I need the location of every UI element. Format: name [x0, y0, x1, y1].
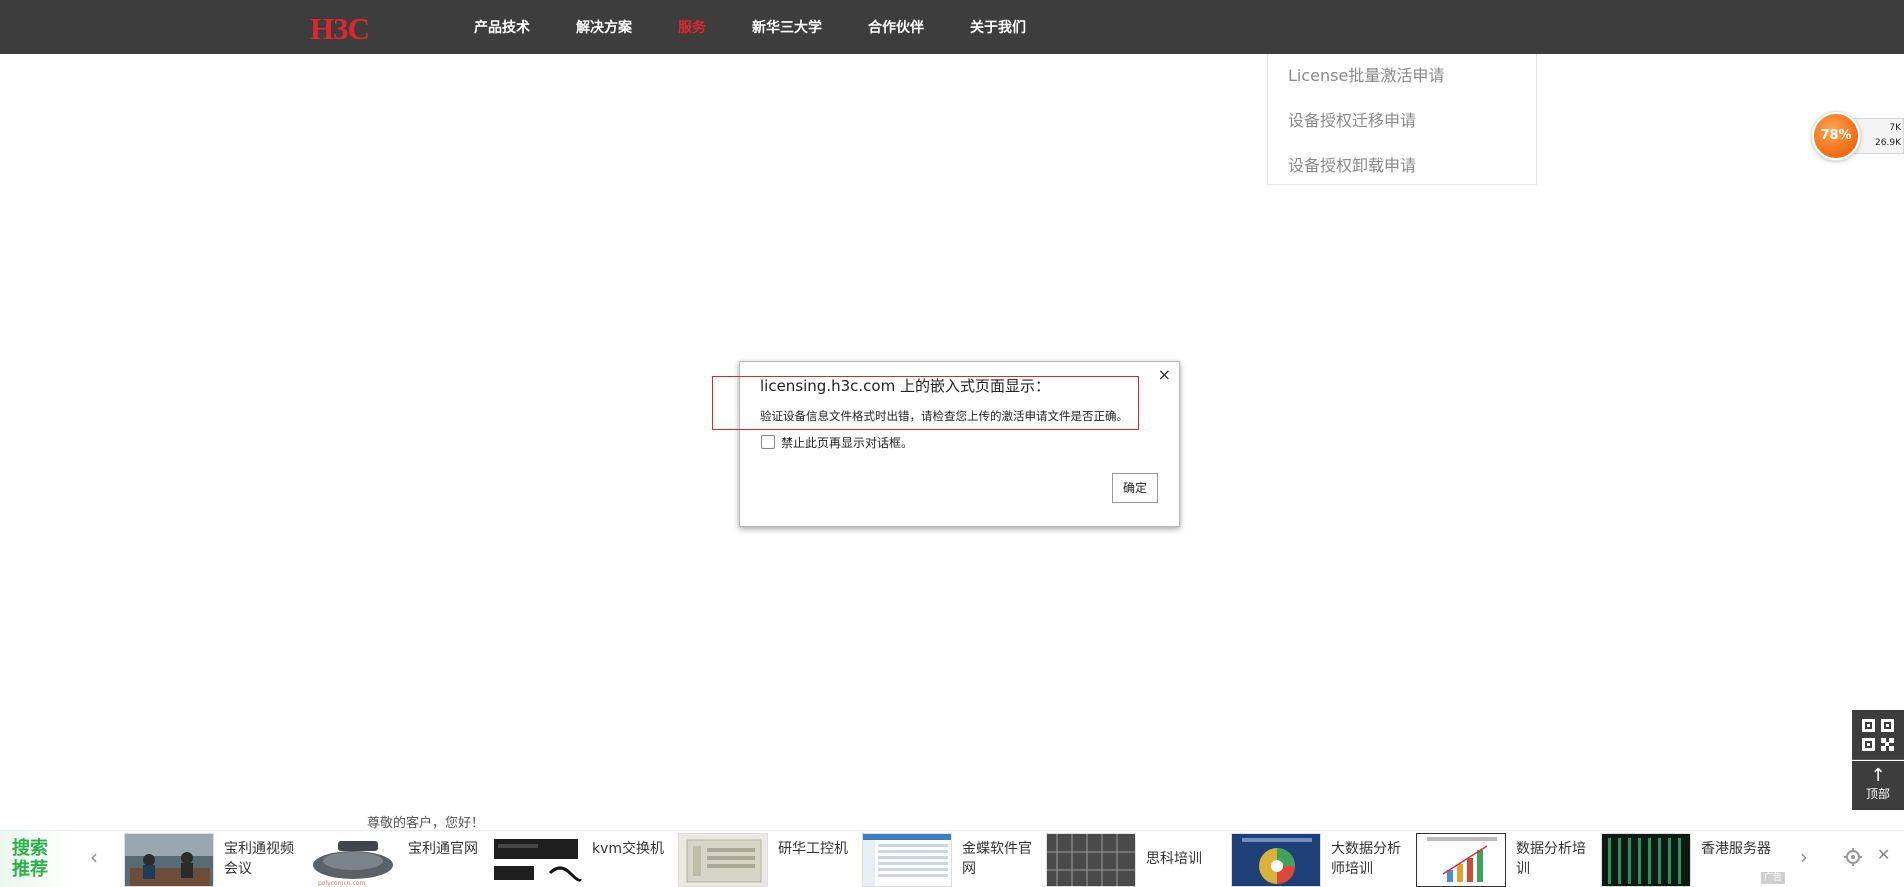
- menu-item-license-uninstall[interactable]: 设备授权卸载申请: [1288, 152, 1416, 176]
- service-dropdown-menu: License批量激活申请 设备授权迁移申请 设备授权卸载申请: [1267, 54, 1537, 185]
- qr-code-button[interactable]: [1852, 710, 1904, 760]
- back-to-top-label: 顶部: [1865, 787, 1890, 801]
- ad-thumbnail: [124, 833, 214, 887]
- ad-thumbnail: [1601, 833, 1691, 887]
- nav-item-about[interactable]: 关于我们: [970, 17, 1026, 37]
- ad-thumbnail: [678, 833, 768, 887]
- ad-thumbnail: [492, 833, 582, 887]
- ad-item[interactable]: kvm交换机: [492, 833, 672, 887]
- ad-item[interactable]: 大数据分析师培训: [1231, 833, 1411, 887]
- ad-thumbnail: [1046, 833, 1136, 887]
- nav-item-products[interactable]: 产品技术: [474, 17, 530, 37]
- ad-item[interactable]: 数据分析培训: [1416, 833, 1596, 887]
- ad-label: 研华工控机: [778, 841, 848, 857]
- ad-label: 数据分析培训: [1516, 841, 1586, 877]
- search-recommend-tag: 搜索推荐: [0, 831, 70, 887]
- chevron-left-icon[interactable]: ‹: [90, 845, 98, 869]
- suppress-dialogs-checkbox[interactable]: [761, 435, 775, 449]
- ad-label: kvm交换机: [592, 841, 665, 857]
- customer-greeting: 尊敬的客户，您好！: [367, 816, 485, 831]
- annotation-highlight-box: [712, 376, 1139, 430]
- ad-thumbnail: [1416, 833, 1506, 887]
- gear-icon[interactable]: [1843, 847, 1863, 867]
- close-icon[interactable]: ×: [1158, 365, 1171, 384]
- ad-item[interactable]: 研华工控机: [678, 833, 858, 887]
- nav-item-university[interactable]: 新华三大学: [752, 17, 822, 37]
- ok-button[interactable]: 确定: [1112, 473, 1158, 503]
- nav-item-solutions[interactable]: 解决方案: [576, 17, 632, 37]
- network-speed-widget[interactable]: ↑ 7K ↓ 26.9K 78%: [1812, 112, 1904, 160]
- suppress-dialogs-label[interactable]: 禁止此页再显示对话框。: [781, 434, 913, 451]
- back-to-top-button[interactable]: ↑ 顶部: [1852, 761, 1904, 810]
- close-ad-icon[interactable]: ✕: [1877, 845, 1890, 864]
- ad-item[interactable]: polycomcn.com 宝利通官网: [308, 833, 488, 887]
- upload-speed: 7K: [1889, 123, 1901, 133]
- ad-thumbnail: [862, 833, 952, 887]
- search-recommend-label: 搜索推荐: [12, 838, 48, 880]
- ad-thumbnail: [1231, 833, 1321, 887]
- ad-item[interactable]: 香港服务器: [1601, 833, 1781, 887]
- main-nav: 产品技术 解决方案 服务 新华三大学 合作伙伴 关于我们: [474, 0, 1072, 54]
- ad-item[interactable]: 思科培训: [1046, 833, 1226, 887]
- ad-item[interactable]: 宝利通视频会议: [124, 833, 304, 887]
- ad-badge: 广告: [1761, 872, 1786, 884]
- search-recommend-ad-bar: 搜索推荐 ‹ 宝利通视频会议 polycomcn.com 宝利通官网 kvm交换…: [0, 830, 1904, 887]
- ad-label: 金蝶软件官网: [962, 841, 1032, 877]
- svg-text:H3C: H3C: [310, 13, 369, 43]
- ad-label: 大数据分析师培训: [1331, 841, 1401, 877]
- nav-item-partners[interactable]: 合作伙伴: [868, 17, 924, 37]
- menu-item-license-migration[interactable]: 设备授权迁移申请: [1288, 107, 1416, 131]
- nav-item-service[interactable]: 服务: [678, 17, 706, 37]
- arrow-up-icon: ↑: [1870, 765, 1886, 786]
- ad-thumbnail: polycomcn.com: [308, 833, 398, 887]
- ad-label: 宝利通官网: [408, 841, 478, 857]
- menu-item-license-batch-activation[interactable]: License批量激活申请: [1288, 62, 1444, 86]
- ad-item[interactable]: 金蝶软件官网: [862, 833, 1042, 887]
- chevron-right-icon[interactable]: ›: [1800, 845, 1808, 869]
- h3c-logo[interactable]: H3C: [310, 13, 410, 43]
- ad-label: 宝利通视频会议: [224, 841, 294, 877]
- top-nav-bar: H3C 产品技术 解决方案 服务 新华三大学 合作伙伴 关于我们: [0, 0, 1904, 54]
- ad-label: 香港服务器: [1701, 841, 1771, 857]
- speed-ball[interactable]: 78%: [1812, 112, 1860, 160]
- download-speed: 26.9K: [1875, 138, 1901, 148]
- qr-code-icon: [1862, 719, 1894, 751]
